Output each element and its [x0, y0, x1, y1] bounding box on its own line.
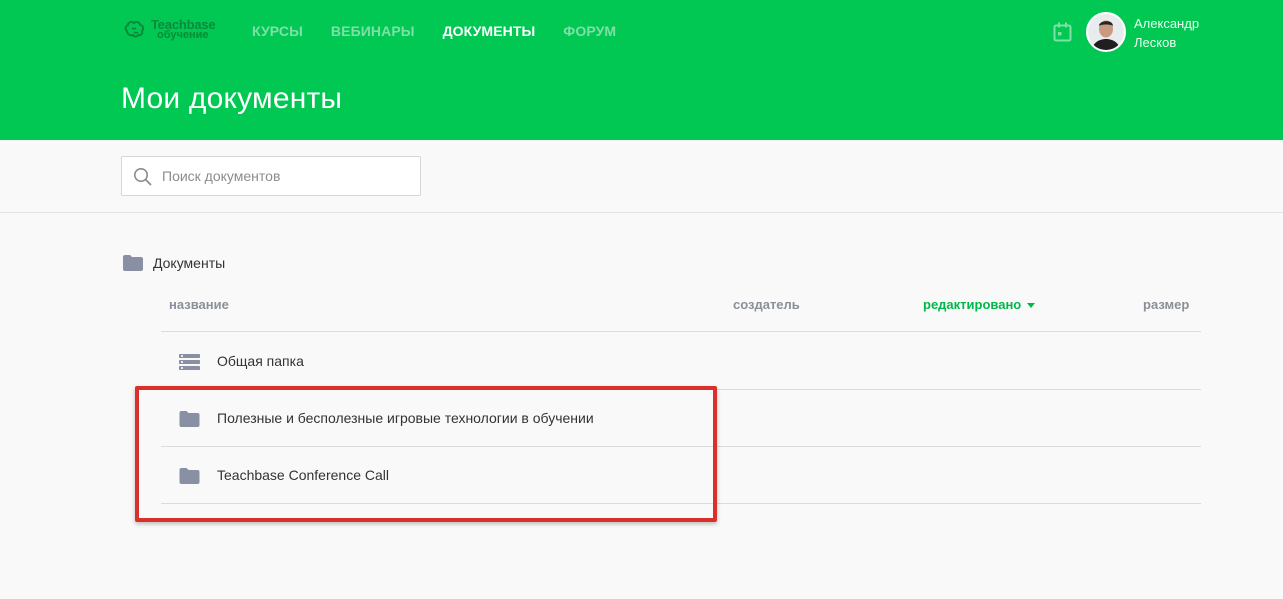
user-first-name: Александр: [1134, 16, 1200, 31]
row-name[interactable]: Полезные и бесполезные игровые технологи…: [217, 410, 594, 426]
user-last-name: Лесков: [1134, 35, 1177, 50]
nav-webinars[interactable]: ВЕБИНАРЫ: [331, 23, 415, 39]
folder-icon: [179, 468, 200, 484]
folder-icon: [179, 411, 200, 427]
nav-documents[interactable]: ДОКУМЕНТЫ: [443, 23, 536, 39]
column-header-edited-label: редактировано: [923, 297, 1022, 312]
top-header: Teachbase обучение КУРСЫ ВЕБИНАРЫ ДОКУМЕ…: [0, 0, 1283, 140]
avatar-photo: [1088, 14, 1124, 50]
row-name[interactable]: Общая папка: [217, 353, 304, 369]
table-row[interactable]: Полезные и бесполезные игровые технологи…: [161, 390, 1201, 447]
table-row[interactable]: Общая папка: [161, 333, 1201, 390]
calendar-icon[interactable]: [1053, 22, 1072, 42]
logo-tagline: обучение: [157, 29, 209, 41]
user-name[interactable]: Александр Лесков: [1134, 14, 1224, 52]
table-header: название создатель редактировано размер: [161, 296, 1201, 332]
search-box[interactable]: [121, 156, 421, 196]
brain-logo-icon: [124, 20, 145, 38]
sort-desc-caret-icon: [1027, 303, 1036, 309]
column-header-creator[interactable]: создатель: [733, 297, 800, 312]
folder-icon: [123, 255, 143, 271]
breadcrumb-label: Документы: [153, 255, 226, 271]
search-input[interactable]: [162, 157, 412, 195]
nav-courses[interactable]: КУРСЫ: [252, 23, 303, 39]
user-avatar[interactable]: [1086, 12, 1126, 52]
nav-forum[interactable]: ФОРУМ: [563, 23, 616, 39]
column-header-name[interactable]: название: [169, 297, 229, 312]
main-nav: КУРСЫ ВЕБИНАРЫ ДОКУМЕНТЫ ФОРУМ: [252, 23, 644, 39]
table-row[interactable]: Teachbase Conference Call: [161, 447, 1201, 504]
page-title: Мои документы: [121, 82, 343, 115]
search-icon: [134, 168, 152, 186]
shared-folder-icon: [179, 354, 200, 370]
column-header-size[interactable]: размер: [1143, 297, 1189, 312]
teachbase-logo[interactable]: Teachbase обучение: [123, 18, 216, 42]
row-name[interactable]: Teachbase Conference Call: [217, 467, 389, 483]
search-bar-section: [0, 140, 1283, 213]
breadcrumb[interactable]: Документы: [123, 255, 225, 271]
column-header-edited[interactable]: редактировано: [923, 297, 1036, 312]
